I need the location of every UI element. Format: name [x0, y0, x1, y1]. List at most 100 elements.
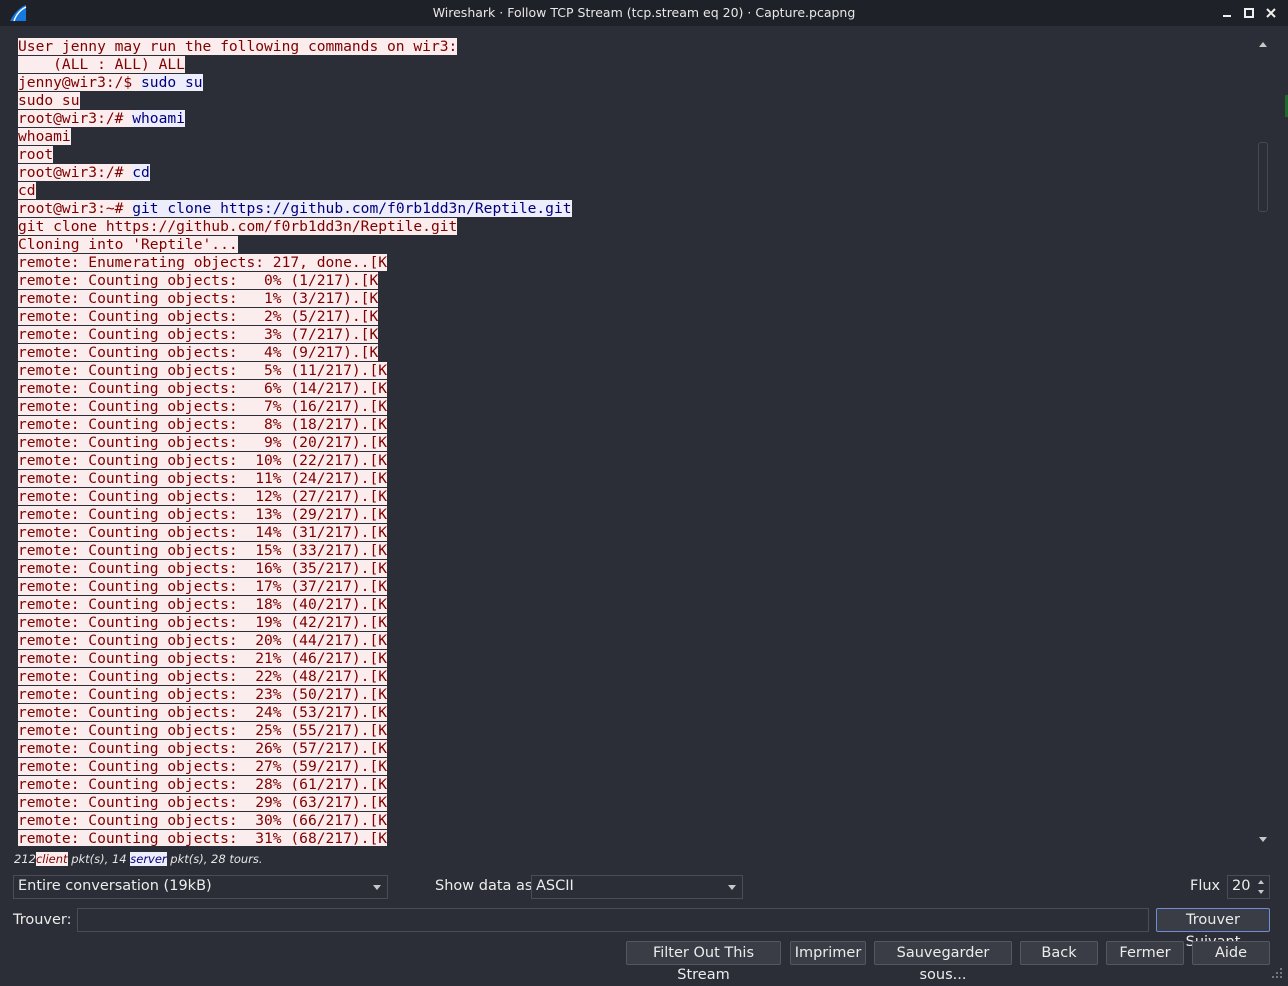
client-segment: remote: Counting objects: 18% (40/217).[… — [18, 596, 388, 613]
spin-down-icon[interactable] — [1258, 890, 1264, 894]
client-segment: remote: Counting objects: 23% (50/217).[… — [18, 686, 388, 703]
server-tag: server — [130, 852, 167, 866]
minimize-icon[interactable] — [1218, 4, 1236, 22]
client-segment: remote: Counting objects: 2% (5/217).[K — [18, 308, 379, 325]
stream-line: remote: Counting objects: 16% (35/217).[… — [18, 560, 572, 578]
conversation-select[interactable]: Entire conversation (19kB) — [13, 875, 388, 899]
scroll-up-icon[interactable] — [1259, 42, 1267, 47]
maximize-icon[interactable] — [1240, 4, 1258, 22]
client-segment: remote: Counting objects: 22% (48/217).[… — [18, 668, 388, 685]
stream-line: remote: Counting objects: 27% (59/217).[… — [18, 758, 572, 776]
stats-tail: pkt(s), 28 tours. — [166, 852, 263, 866]
client-segment: root@wir3:/# — [18, 110, 133, 127]
client-segment: remote: Counting objects: 9% (20/217).[K — [18, 434, 388, 451]
client-segment: remote: Counting objects: 13% (29/217).[… — [18, 506, 388, 523]
packet-stats: 212client pkt(s), 14 server pkt(s), 28 t… — [14, 852, 263, 866]
print-button[interactable]: Imprimer — [790, 941, 866, 965]
stream-line: remote: Counting objects: 11% (24/217).[… — [18, 470, 572, 488]
stream-line: remote: Counting objects: 5% (11/217).[K — [18, 362, 572, 380]
stream-content[interactable]: User jenny may run the following command… — [13, 38, 1256, 846]
stream-line: remote: Counting objects: 28% (61/217).[… — [18, 776, 572, 794]
client-segment: remote: Counting objects: 1% (3/217).[K — [18, 290, 379, 307]
client-segment: remote: Counting objects: 6% (14/217).[K — [18, 380, 388, 397]
stream-line: root — [18, 146, 572, 164]
stream-line: User jenny may run the following command… — [18, 38, 572, 56]
client-segment: remote: Counting objects: 17% (37/217).[… — [18, 578, 388, 595]
stream-line: jenny@wir3:/$ sudo su — [18, 74, 572, 92]
client-segment: sudo su — [18, 92, 80, 109]
stream-line: remote: Counting objects: 19% (42/217).[… — [18, 614, 572, 632]
client-segment: remote: Counting objects: 26% (57/217).[… — [18, 740, 388, 757]
stream-lines: User jenny may run the following command… — [18, 38, 572, 846]
find-label: Trouver: — [13, 912, 72, 928]
stream-line: remote: Counting objects: 23% (50/217).[… — [18, 686, 572, 704]
vertical-scrollbar[interactable] — [1256, 38, 1270, 846]
client-segment: remote: Counting objects: 5% (11/217).[K — [18, 362, 388, 379]
close-button[interactable]: Fermer — [1106, 941, 1184, 965]
scrollbar-thumb[interactable] — [1258, 142, 1268, 212]
find-next-button[interactable]: Trouver Suivant — [1156, 908, 1270, 950]
client-segment: remote: Counting objects: 24% (53/217).[… — [18, 704, 388, 721]
filter-out-stream-button[interactable]: Filter Out This Stream — [626, 941, 781, 983]
client-segment: git clone https://github.com/f0rb1dd3n/R… — [18, 218, 458, 235]
resize-grip-icon[interactable] — [1270, 966, 1284, 980]
client-segment: remote: Counting objects: 20% (44/217).[… — [18, 632, 388, 649]
spin-up-icon[interactable] — [1258, 880, 1264, 884]
back-button[interactable]: Back — [1020, 941, 1098, 965]
stream-line: remote: Counting objects: 29% (63/217).[… — [18, 794, 572, 812]
stream-line: whoami — [18, 128, 572, 146]
help-button[interactable]: Aide — [1192, 941, 1270, 965]
stream-line: git clone https://github.com/f0rb1dd3n/R… — [18, 218, 572, 236]
flux-label: Flux — [1190, 878, 1221, 894]
stream-line: remote: Counting objects: 13% (29/217).[… — [18, 506, 572, 524]
client-segment: (ALL : ALL) ALL — [18, 56, 185, 73]
client-segment: remote: Counting objects: 7% (16/217).[K — [18, 398, 388, 415]
stream-line: remote: Counting objects: 17% (37/217).[… — [18, 578, 572, 596]
client-segment: root@wir3:~# — [18, 200, 133, 217]
save-as-button[interactable]: Sauvegarder sous... — [874, 941, 1012, 983]
stream-line: remote: Counting objects: 0% (1/217).[K — [18, 272, 572, 290]
server-segment: sudo su — [141, 74, 203, 91]
client-segment: remote: Counting objects: 10% (22/217).[… — [18, 452, 388, 469]
flux-value: 20 — [1232, 878, 1251, 894]
client-segment: remote: Counting objects: 4% (9/217).[K — [18, 344, 379, 361]
stream-line: remote: Counting objects: 2% (5/217).[K — [18, 308, 572, 326]
stream-line: remote: Counting objects: 12% (27/217).[… — [18, 488, 572, 506]
client-segment: remote: Counting objects: 28% (61/217).[… — [18, 776, 388, 793]
client-segment: remote: Counting objects: 12% (27/217).[… — [18, 488, 388, 505]
scroll-down-icon[interactable] — [1259, 837, 1267, 842]
client-segment: cd — [18, 182, 36, 199]
stream-line: remote: Counting objects: 8% (18/217).[K — [18, 416, 572, 434]
client-tag: client — [35, 852, 68, 866]
stream-line: root@wir3:/# cd — [18, 164, 572, 182]
client-segment: remote: Counting objects: 21% (46/217).[… — [18, 650, 388, 667]
show-data-label: Show data as — [435, 878, 533, 894]
stream-line: remote: Counting objects: 25% (55/217).[… — [18, 722, 572, 740]
stream-line: remote: Counting objects: 10% (22/217).[… — [18, 452, 572, 470]
close-icon[interactable] — [1262, 4, 1280, 22]
client-segment: remote: Counting objects: 27% (59/217).[… — [18, 758, 388, 775]
stream-line: remote: Counting objects: 30% (66/217).[… — [18, 812, 572, 830]
conversation-value: Entire conversation (19kB) — [18, 878, 212, 894]
client-segment: remote: Counting objects: 11% (24/217).[… — [18, 470, 388, 487]
show-data-select[interactable]: ASCII — [531, 875, 743, 899]
stream-line: remote: Counting objects: 22% (48/217).[… — [18, 668, 572, 686]
flux-spinbox[interactable]: 20 — [1227, 875, 1270, 899]
client-segment: remote: Counting objects: 15% (33/217).[… — [18, 542, 388, 559]
stream-line: remote: Counting objects: 9% (20/217).[K — [18, 434, 572, 452]
stream-line: remote: Counting objects: 7% (16/217).[K — [18, 398, 572, 416]
client-segment: remote: Enumerating objects: 217, done..… — [18, 254, 388, 271]
chevron-down-icon — [728, 885, 736, 890]
client-segment: remote: Counting objects: 30% (66/217).[… — [18, 812, 388, 829]
client-segment: remote: Counting objects: 0% (1/217).[K — [18, 272, 379, 289]
show-data-value: ASCII — [536, 878, 574, 894]
stream-line: sudo su — [18, 92, 572, 110]
stream-line: remote: Counting objects: 26% (57/217).[… — [18, 740, 572, 758]
title-bar: Wireshark · Follow TCP Stream (tcp.strea… — [0, 0, 1288, 26]
stream-line: remote: Counting objects: 1% (3/217).[K — [18, 290, 572, 308]
find-input[interactable] — [77, 908, 1149, 932]
stream-line: remote: Counting objects: 18% (40/217).[… — [18, 596, 572, 614]
client-count: 212 — [14, 852, 36, 866]
stream-line: remote: Counting objects: 4% (9/217).[K — [18, 344, 572, 362]
window-title: Wireshark · Follow TCP Stream (tcp.strea… — [432, 5, 856, 20]
